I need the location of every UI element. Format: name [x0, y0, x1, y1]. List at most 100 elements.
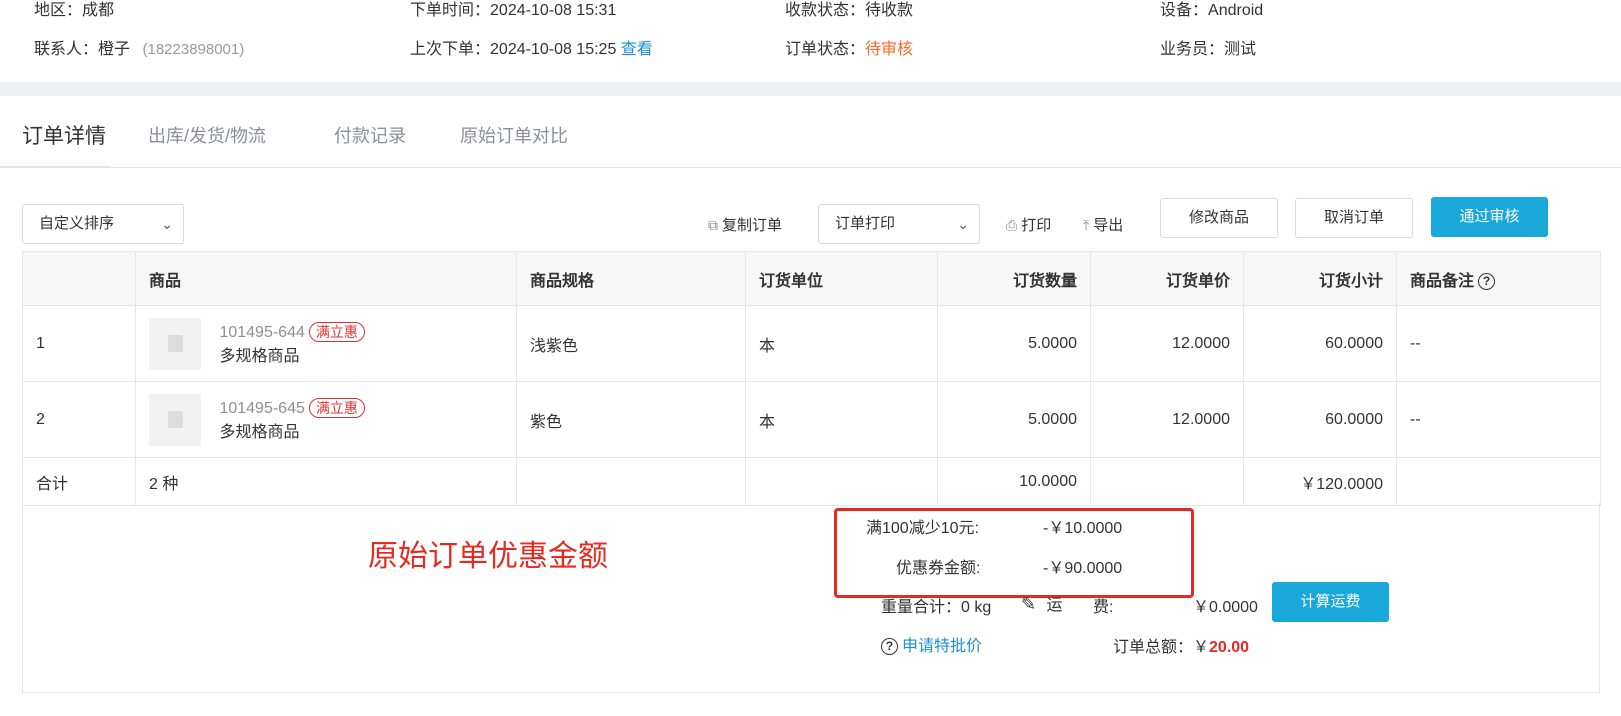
total-kinds: 2 种: [135, 457, 517, 506]
contact-label: 联系人：: [34, 41, 99, 58]
last-order-label: 上次下单：: [410, 41, 491, 58]
payment-status-value: 待收款: [865, 2, 914, 19]
sort-select[interactable]: 自定义排序 ⌄: [22, 204, 184, 244]
order-time-field: 下单时间：2024-10-08 15:31: [410, 0, 616, 20]
coupon-value: -￥90.0000: [1043, 560, 1123, 577]
row-index: 1: [22, 305, 136, 382]
empty-cell: [516, 457, 746, 506]
tab-payment-records[interactable]: 付款记录: [334, 122, 406, 148]
subtotal-cell: 60.0000: [1243, 305, 1397, 382]
contact-field: 联系人：橙子 (18223898001): [34, 35, 244, 59]
unit-cell: 本: [745, 381, 938, 458]
column-header-index: [22, 251, 136, 306]
help-icon[interactable]: ?: [1478, 272, 1496, 290]
calculate-freight-button[interactable]: 计算运费: [1272, 582, 1389, 622]
print-button[interactable]: ⎙ 打印: [1006, 214, 1051, 235]
copy-order-button[interactable]: ⧉ 复制订单: [708, 214, 782, 235]
weight-row: 重量合计：0 kg: [881, 593, 991, 617]
goods-cell: 101495-644 满立惠 多规格商品: [135, 305, 517, 382]
printer-icon: ⎙: [1006, 217, 1018, 233]
cancel-order-button[interactable]: 取消订单: [1295, 198, 1413, 238]
device-label: 设备：: [1160, 2, 1209, 19]
empty-cell: [745, 457, 938, 506]
qty-cell: 5.0000: [937, 381, 1091, 458]
special-price-link[interactable]: ? 申请特批价: [881, 632, 982, 656]
help-icon: ?: [881, 638, 898, 655]
order-status-field: 订单状态：待审核: [785, 35, 913, 59]
copy-order-label: 复制订单: [722, 217, 783, 234]
tab-shipping[interactable]: 出库/发货/物流: [148, 122, 266, 148]
freight-value: ￥0.0000: [1193, 599, 1258, 616]
device-value: Android: [1208, 2, 1264, 19]
table-row: 2 101495-645 满立惠 多规格商品 紫色 本 5.0000 12.000…: [22, 381, 1601, 458]
copy-icon: ⧉: [708, 217, 718, 233]
column-header-goods: 商品: [135, 251, 517, 306]
shopping-bag-icon: [168, 410, 183, 428]
remark-header-label: 商品备注: [1410, 272, 1475, 290]
weight-label: 重量合计：: [881, 599, 962, 616]
total-label: 合计: [22, 457, 136, 506]
price-cell: 12.0000: [1090, 381, 1244, 458]
chevron-down-icon: ⌄: [161, 216, 173, 232]
order-items-table: 商品 商品规格 订货单位 订货数量 订货单价 订货小计 商品备注? 1 1014…: [22, 251, 1601, 506]
approve-button[interactable]: 通过审核: [1431, 197, 1548, 237]
last-order-field: 上次下单：2024-10-08 15:25 查看: [410, 35, 653, 59]
contact-name: 橙子: [98, 41, 131, 58]
spec-cell: 浅紫色: [516, 305, 746, 382]
order-total-value: 20.00: [1209, 639, 1250, 656]
edit-icon: ✎: [1021, 594, 1037, 614]
order-total-label: 订单总额：: [1113, 639, 1194, 656]
coupon-label: 优惠券金额:: [896, 560, 981, 577]
coupon-row: 优惠券金额:: [896, 554, 980, 578]
price-cell: 12.0000: [1090, 305, 1244, 382]
column-header-price: 订货单价: [1090, 251, 1244, 306]
total-qty: 10.0000: [937, 457, 1091, 506]
special-price-label: 申请特批价: [902, 638, 983, 655]
payment-status-label: 收款状态：: [785, 2, 866, 19]
subtotal-cell: 60.0000: [1243, 381, 1397, 458]
export-button[interactable]: ⤒ 导出: [1083, 214, 1123, 235]
print-label: 打印: [1021, 217, 1052, 234]
last-order-time: 2024-10-08 15:25: [490, 41, 617, 58]
region-label: 地区：: [34, 2, 83, 19]
tab-original-compare[interactable]: 原始订单对比: [460, 122, 568, 148]
section-divider: [0, 82, 1621, 96]
order-time-label: 下单时间：: [410, 2, 491, 19]
payment-status-field: 收款状态：待收款: [785, 0, 913, 20]
product-name: 多规格商品: [219, 423, 300, 441]
annotation-text: 原始订单优惠金额: [368, 540, 608, 573]
product-thumbnail[interactable]: [149, 317, 201, 370]
export-label: 导出: [1093, 217, 1124, 234]
sort-select-value: 自定义排序: [39, 215, 115, 232]
row-index: 2: [22, 381, 136, 458]
print-template-value: 订单打印: [835, 215, 896, 232]
empty-cell: [1090, 457, 1244, 506]
discount-value: -￥10.0000: [1043, 520, 1123, 537]
product-info: 101495-644 满立惠 多规格商品: [219, 321, 365, 366]
salesman-field: 业务员：测试: [1160, 35, 1256, 59]
region-field: 地区：成都: [34, 0, 114, 20]
column-header-remark: 商品备注?: [1396, 251, 1601, 306]
product-code: 101495-644: [219, 323, 305, 341]
total-row: 合计 2 种 10.0000 ￥120.0000: [22, 457, 1601, 506]
remark-cell: --: [1396, 381, 1601, 458]
view-last-order-link[interactable]: 查看: [621, 41, 653, 58]
chevron-down-icon: ⌄: [957, 216, 969, 232]
product-name: 多规格商品: [219, 347, 300, 365]
order-total-row: 订单总额：￥20.00: [1113, 633, 1249, 657]
table-header-row: 商品 商品规格 订货单位 订货数量 订货单价 订货小计 商品备注?: [22, 251, 1601, 306]
modify-goods-button[interactable]: 修改商品: [1160, 198, 1278, 238]
tab-order-detail[interactable]: 订单详情: [22, 120, 106, 150]
spec-cell: 紫色: [516, 381, 746, 458]
promotion-tag: 满立惠: [308, 397, 365, 418]
freight-label-b: 费:: [1093, 599, 1114, 616]
order-status-value: 待审核: [865, 41, 914, 58]
remark-cell: --: [1396, 305, 1601, 382]
order-summary: 原始订单优惠金额 满100减少10元: -￥10.0000 优惠券金额: -￥9…: [22, 503, 1600, 693]
order-info-panel: 地区：成都 下单时间：2024-10-08 15:31 收款状态：待收款 设备：…: [0, 0, 1621, 82]
empty-cell: [1396, 457, 1601, 506]
product-thumbnail[interactable]: [149, 393, 201, 446]
print-template-select[interactable]: 订单打印 ⌄: [818, 204, 980, 244]
edit-freight-button[interactable]: ✎ 运: [1021, 591, 1063, 615]
table-row: 1 101495-644 满立惠 多规格商品 浅紫色 本 5.0000 12.00…: [22, 305, 1601, 382]
